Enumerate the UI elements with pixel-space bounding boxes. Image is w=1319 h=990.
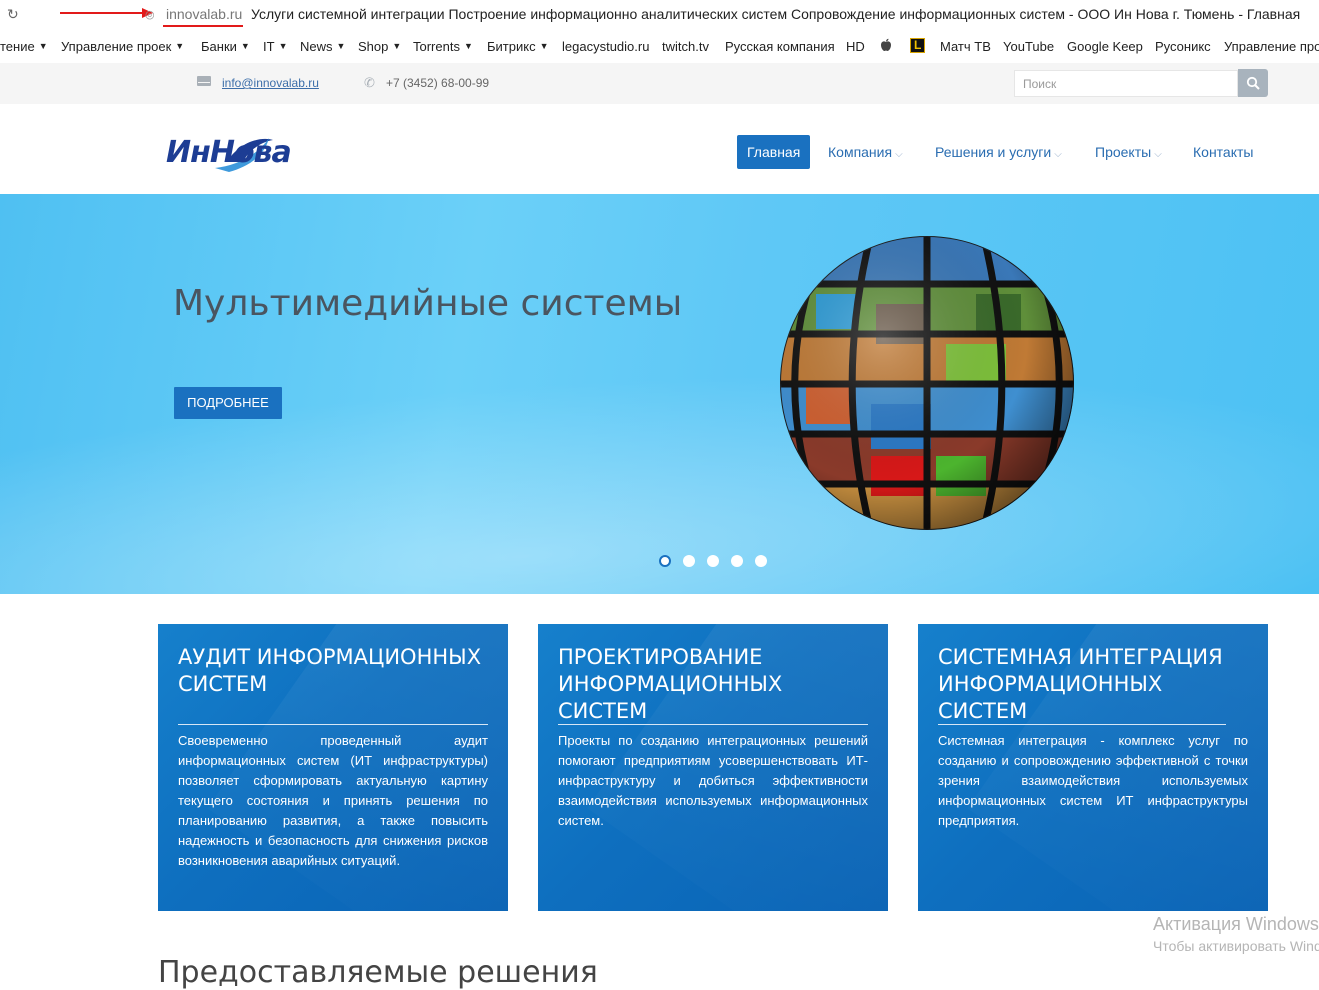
- bookmark-folder[interactable]: Банки ▼: [201, 39, 250, 54]
- nav-company-label: Компания: [828, 144, 893, 160]
- card-text: Своевременно проведенный аудит информаци…: [178, 733, 488, 868]
- card-text: Проекты по созданию интеграционных решен…: [558, 733, 868, 828]
- bookmark-label: News: [300, 39, 333, 54]
- bookmark-link[interactable]: Русская компания: [725, 39, 835, 54]
- card-title: ПРОЕКТИРОВАНИЕ ИНФОРМАЦИОННЫХ СИСТЕМ: [558, 645, 783, 723]
- bookmark-label: Битрикс: [487, 39, 536, 54]
- phone-icon: ✆: [364, 75, 375, 90]
- hero-title: Мультимедийные системы: [173, 283, 683, 324]
- nav-contacts[interactable]: Контакты: [1193, 135, 1253, 169]
- bookmark-folder[interactable]: Torrents ▼: [413, 39, 473, 54]
- browser-address-bar[interactable]: ↻ ◎ innovalab.ru Услуги системной интегр…: [0, 0, 1319, 30]
- chevron-down-icon: ⌵: [1154, 149, 1162, 160]
- slider-dot-5[interactable]: [755, 555, 767, 567]
- site-info-icon[interactable]: ◎: [145, 8, 155, 21]
- slider-dot-4[interactable]: [731, 555, 743, 567]
- bookmark-link[interactable]: Google Keep: [1067, 39, 1143, 54]
- card-divider: [558, 724, 868, 725]
- caret-down-icon: ▼: [392, 41, 402, 51]
- nav-solutions-label: Решения и услуги: [935, 144, 1052, 160]
- slider-dot-1[interactable]: [659, 555, 671, 567]
- bookmark-folder[interactable]: Управление проек ▼: [61, 39, 184, 54]
- search-icon: [1246, 76, 1260, 90]
- bookmark-link[interactable]: Матч ТВ: [940, 39, 991, 54]
- envelope-icon: [197, 76, 211, 86]
- bookmark-folder[interactable]: News ▼: [300, 39, 345, 54]
- caret-down-icon: ▼: [539, 41, 549, 51]
- bookmark-label: Shop: [358, 39, 389, 54]
- apple-bookmark-icon[interactable]: [880, 38, 892, 52]
- caret-down-icon: ▼: [38, 41, 48, 51]
- nav-company[interactable]: Компания ⌵: [828, 135, 903, 169]
- card-divider: [938, 724, 1226, 725]
- bookmark-link[interactable]: legacystudio.ru: [562, 39, 649, 54]
- chevron-down-icon: ⌵: [895, 149, 903, 160]
- nav-projects[interactable]: Проекты ⌵: [1095, 135, 1162, 169]
- bookmark-link[interactable]: Управление про: [1224, 39, 1319, 54]
- search-button[interactable]: [1238, 69, 1268, 97]
- bookmark-label: IT: [263, 39, 275, 54]
- card-title: АУДИТ ИНФОРМАЦИОННЫХ СИСТЕМ: [178, 645, 482, 696]
- reload-icon[interactable]: ↻: [7, 6, 19, 23]
- service-card-audit[interactable]: АУДИТ ИНФОРМАЦИОННЫХ СИСТЕМ Своевременно…: [158, 624, 508, 911]
- red-arrow-annotation-icon: [60, 8, 153, 18]
- bookmark-link[interactable]: YouTube: [1003, 39, 1054, 54]
- service-card-design[interactable]: ПРОЕКТИРОВАНИЕ ИНФОРМАЦИОННЫХ СИСТЕМ Про…: [538, 624, 888, 911]
- bookmark-label: тение: [0, 39, 35, 54]
- nav-projects-label: Проекты: [1095, 144, 1152, 160]
- bookmark-link[interactable]: twitch.tv: [662, 39, 709, 54]
- card-title: СИСТЕМНАЯ ИНТЕГРАЦИЯ ИНФОРМАЦИОННЫХ СИСТ…: [938, 645, 1223, 723]
- site-logo[interactable]: ИнНова: [166, 135, 292, 170]
- card-text: Системная интеграция - комплекс услуг по…: [938, 733, 1248, 828]
- caret-down-icon: ▼: [278, 41, 288, 51]
- page-title-text: Услуги системной интеграции Построение и…: [251, 6, 1301, 22]
- phone-number: +7 (3452) 68-00-99: [386, 76, 490, 90]
- bookmark-label: Банки: [201, 39, 237, 54]
- url-domain[interactable]: innovalab.ru: [166, 6, 242, 22]
- windows-activation-hint: Чтобы активировать Windows: [1153, 938, 1319, 954]
- bookmark-folder[interactable]: Битрикс ▼: [487, 39, 549, 54]
- nav-home[interactable]: Главная: [737, 135, 811, 169]
- bookmark-folder[interactable]: IT ▼: [263, 39, 287, 54]
- caret-down-icon: ▼: [336, 41, 346, 51]
- chevron-down-icon: ⌵: [1054, 149, 1062, 160]
- league-bookmark-icon[interactable]: [910, 38, 925, 53]
- windows-activation-watermark: Активация Windows: [1153, 914, 1319, 934]
- red-underline-annotation: [163, 25, 243, 27]
- caret-down-icon: ▼: [175, 41, 185, 51]
- slider-dot-3[interactable]: [707, 555, 719, 567]
- bookmark-label: Torrents: [413, 39, 460, 54]
- nav-solutions[interactable]: Решения и услуги ⌵: [935, 135, 1062, 169]
- hero-more-button[interactable]: ПОДРОБНЕЕ: [174, 387, 282, 419]
- email-link[interactable]: info@innovalab.ru: [222, 76, 319, 90]
- caret-down-icon: ▼: [463, 41, 473, 51]
- card-divider: [178, 724, 488, 725]
- bookmarks-bar: тение ▼ Управление проек ▼ Банки ▼ IT ▼ News…: [0, 32, 1319, 60]
- caret-down-icon: ▼: [240, 41, 250, 51]
- service-card-integration[interactable]: СИСТЕМНАЯ ИНТЕГРАЦИЯ ИНФОРМАЦИОННЫХ СИСТ…: [918, 624, 1268, 911]
- bookmark-label: Управление проек: [61, 39, 172, 54]
- bookmark-link[interactable]: HD: [846, 39, 865, 54]
- bookmark-folder[interactable]: Shop ▼: [358, 39, 401, 54]
- search-input[interactable]: [1014, 70, 1238, 97]
- slider-dot-2[interactable]: [683, 555, 695, 567]
- section-heading: Предоставляемые решения: [158, 955, 598, 990]
- bookmark-folder[interactable]: тение ▼: [0, 39, 48, 54]
- media-globe-image: [780, 236, 1074, 530]
- bookmark-link[interactable]: Русоникс: [1155, 39, 1211, 54]
